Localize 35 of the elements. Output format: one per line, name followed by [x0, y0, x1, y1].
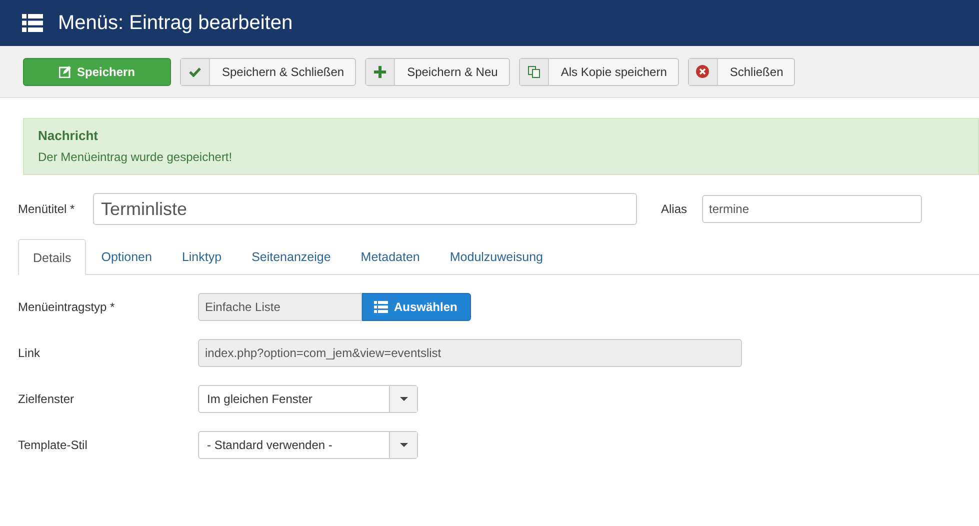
- page-title: Menüs: Eintrag bearbeiten: [58, 12, 293, 34]
- toolbar-button[interactable]: Speichern & Neu: [365, 58, 510, 86]
- field-label: Zielfenster: [18, 392, 76, 406]
- list-icon: [374, 301, 388, 313]
- toolbar-button[interactable]: Schließen: [688, 58, 796, 86]
- list-icon: [22, 14, 43, 32]
- copy-icon: [528, 66, 540, 78]
- message-heading: Nachricht: [38, 128, 99, 143]
- tab[interactable]: Metadaten: [346, 239, 435, 274]
- readonly-field: Einfache Liste: [198, 293, 362, 321]
- field-label: Menütitel *: [18, 202, 76, 216]
- plus-icon: [374, 66, 386, 78]
- toolbar-button[interactable]: Speichern & Schließen: [180, 58, 356, 86]
- tab[interactable]: Modulzuweisung: [434, 239, 558, 274]
- alias-field[interactable]: termine: [702, 195, 922, 223]
- caret-icon: [400, 443, 408, 447]
- select-button[interactable]: Auswählen: [362, 293, 471, 321]
- tab[interactable]: Optionen: [86, 239, 167, 274]
- tab[interactable]: Seitenanzeige: [236, 239, 346, 274]
- field-label: Link: [18, 346, 42, 360]
- title-field[interactable]: Terminliste: [93, 193, 637, 225]
- tab[interactable]: Linktyp: [166, 239, 237, 274]
- field-label: Alias: [661, 202, 688, 216]
- edit-icon: [58, 66, 71, 78]
- readonly-field: index.php?option=com_jem&view=eventslist: [198, 339, 742, 367]
- field-label: Menüeintragstyp *: [18, 300, 116, 314]
- field-label: Template-Stil: [18, 438, 88, 452]
- tab[interactable]: Details: [18, 239, 86, 275]
- close-icon: [696, 65, 710, 78]
- caret-icon: [400, 397, 408, 401]
- dropdown[interactable]: Im gleichen Fenster: [198, 385, 418, 413]
- check-icon: [189, 66, 201, 76]
- message-text: Der Menüeintrag wurde gespeichert!: [38, 150, 234, 164]
- dropdown[interactable]: - Standard verwenden -: [198, 431, 418, 459]
- toolbar-button[interactable]: Als Kopie speichern: [518, 58, 679, 86]
